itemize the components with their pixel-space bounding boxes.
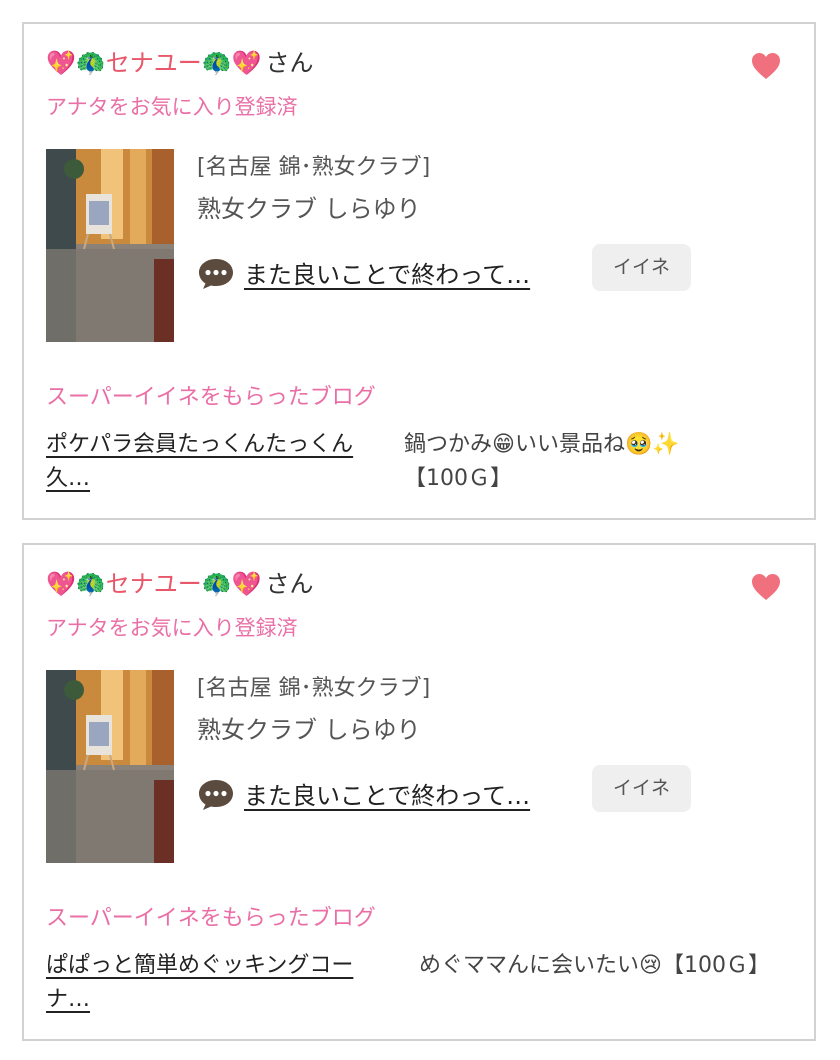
notification-card: 💖🦚セナユー🦚💖 さん アナタをお気に入り登録済 [名古屋 錦･熟女クラブ] 熟女… bbox=[22, 543, 816, 1041]
name-emoji-right: 🦚💖 bbox=[201, 49, 262, 77]
speech-bubble-icon bbox=[199, 780, 233, 810]
blog-title-link[interactable]: ぱぱっと簡単めぐッキングコーナ… bbox=[46, 949, 386, 1017]
shop-name[interactable]: 熟女クラブ しらゆり bbox=[197, 189, 421, 224]
shop-area[interactable]: [名古屋 錦･熟女クラブ] bbox=[197, 670, 430, 702]
shop-photo bbox=[46, 670, 174, 863]
iine-button[interactable]: イイネ bbox=[592, 244, 691, 291]
honorific: さん bbox=[265, 49, 314, 77]
heart-icon[interactable] bbox=[750, 50, 782, 82]
blog-comment-text: 鍋つかみ bbox=[404, 432, 493, 457]
shop-area[interactable]: [名古屋 錦･熟女クラブ] bbox=[197, 149, 430, 181]
user-name[interactable]: セナユー bbox=[106, 49, 202, 77]
blog-title-link[interactable]: ポケパラ会員たっくんたっくん久… bbox=[46, 428, 386, 496]
comment-link[interactable]: また良いことで終わって… bbox=[244, 776, 530, 811]
name-emoji-left: 💖🦚 bbox=[46, 570, 106, 598]
shop-photo bbox=[46, 149, 174, 342]
teary-sparkle-emoji: 🥹✨ bbox=[624, 432, 680, 457]
user-name[interactable]: セナユー bbox=[106, 570, 202, 598]
honorific: さん bbox=[265, 570, 314, 598]
super-iine-heading: スーパーイイネをもらったブログ bbox=[46, 385, 376, 410]
crying-emoji: 😢 bbox=[639, 953, 662, 978]
user-name-line[interactable]: 💖🦚セナユー🦚💖 さん bbox=[46, 46, 314, 80]
name-emoji-left: 💖🦚 bbox=[46, 49, 106, 77]
grin-emoji: 😁 bbox=[492, 432, 515, 457]
blog-comment-reward: 【100Ｇ】 bbox=[661, 953, 770, 978]
user-name-line[interactable]: 💖🦚セナユー🦚💖 さん bbox=[46, 567, 314, 601]
shop-name[interactable]: 熟女クラブ しらゆり bbox=[197, 710, 421, 745]
blog-comment-text-2: いい景品ね bbox=[514, 432, 625, 457]
name-emoji-right: 🦚💖 bbox=[201, 570, 262, 598]
shop-thumbnail[interactable] bbox=[46, 149, 174, 342]
favorite-status: アナタをお気に入り登録済 bbox=[46, 95, 298, 119]
comment-link[interactable]: また良いことで終わって… bbox=[244, 255, 530, 290]
iine-button[interactable]: イイネ bbox=[592, 765, 691, 812]
blog-comment-text: めぐママんに会いたい bbox=[419, 953, 640, 978]
notification-card: 💖🦚セナユー🦚💖 さん アナタをお気に入り登録済 [名古屋 錦･熟女クラブ] 熟女… bbox=[22, 22, 816, 520]
speech-bubble-icon bbox=[199, 259, 233, 289]
super-iine-heading: スーパーイイネをもらったブログ bbox=[46, 906, 376, 931]
blog-comment: めぐママんに会いたい😢【100Ｇ】 bbox=[419, 949, 789, 983]
shop-thumbnail[interactable] bbox=[46, 670, 174, 863]
heart-icon[interactable] bbox=[750, 571, 782, 603]
blog-comment: 鍋つかみ😁いい景品ね🥹✨ 【100Ｇ】 bbox=[404, 428, 744, 496]
favorite-status: アナタをお気に入り登録済 bbox=[46, 616, 298, 640]
blog-comment-reward: 【100Ｇ】 bbox=[404, 466, 512, 491]
